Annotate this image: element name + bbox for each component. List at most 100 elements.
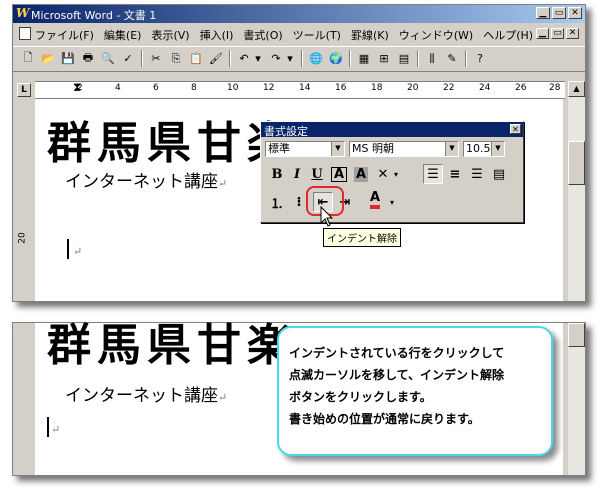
print-icon[interactable]: 🖶 bbox=[79, 50, 97, 67]
toolbar-separator bbox=[465, 50, 467, 67]
open-folder-icon[interactable]: 📂 bbox=[39, 50, 57, 67]
ruler-number: 26 bbox=[515, 83, 527, 93]
font-color-button[interactable]: A bbox=[365, 190, 385, 210]
vertical-ruler bbox=[13, 323, 36, 475]
doc-restore-button[interactable]: ▭ bbox=[551, 28, 564, 39]
callout-line: インデントされている行をクリックして bbox=[289, 346, 505, 360]
paragraph-mark: ↵ bbox=[73, 245, 83, 258]
print-preview-icon[interactable]: 🔍 bbox=[99, 50, 117, 67]
emphasis-mark-icon[interactable]: ✕ bbox=[373, 164, 393, 184]
paste-icon[interactable]: 📋 bbox=[187, 50, 205, 67]
format-painter-icon[interactable]: 🖌 bbox=[207, 50, 225, 67]
toolbar-separator bbox=[349, 50, 351, 67]
window-title: Microsoft Word - 文書 1 bbox=[31, 9, 157, 22]
font-combo[interactable]: MS 明朝 ▼ bbox=[349, 141, 459, 157]
scroll-thumb[interactable] bbox=[568, 323, 585, 347]
align-right-button[interactable]: ☰ bbox=[467, 164, 487, 184]
vertical-ruler: 20 bbox=[13, 99, 36, 301]
heading-text: 群馬県甘楽 bbox=[47, 320, 297, 371]
numbering-button[interactable]: ⒈ bbox=[267, 192, 287, 212]
text-caret bbox=[67, 239, 69, 259]
chevron-down-icon[interactable]: ▼ bbox=[445, 142, 458, 156]
char-shading-label: A bbox=[353, 166, 369, 182]
redo-dropdown-icon[interactable]: ▾ bbox=[285, 50, 295, 67]
paragraph-mark: ↵ bbox=[51, 423, 61, 436]
doc-minimize-button[interactable]: ▁ bbox=[536, 28, 549, 39]
word-app-icon: W bbox=[16, 6, 30, 20]
menu-tools[interactable]: ツール(T) bbox=[293, 27, 341, 43]
doc-close-button[interactable]: ✕ bbox=[566, 28, 579, 39]
ruler-number: 22 bbox=[443, 83, 455, 93]
font-color-label: A bbox=[369, 191, 381, 209]
scroll-thumb[interactable] bbox=[568, 141, 585, 185]
redo-icon[interactable]: ↷ bbox=[267, 50, 285, 67]
tables-borders-icon[interactable]: ▦ bbox=[355, 50, 373, 67]
menu-table[interactable]: 罫線(K) bbox=[351, 27, 389, 43]
menu-edit[interactable]: 編集(E) bbox=[104, 27, 142, 43]
document-icon[interactable] bbox=[19, 27, 31, 40]
document-caption-buttons: ▁ ▭ ✕ bbox=[536, 28, 579, 39]
char-shading-button[interactable]: A bbox=[351, 164, 371, 184]
spelling-icon[interactable]: ✓ bbox=[119, 50, 137, 67]
hyperlink-icon[interactable]: 🌐 bbox=[307, 50, 325, 67]
justify-button[interactable]: ▤ bbox=[489, 164, 509, 184]
char-border-button[interactable]: A bbox=[329, 164, 349, 184]
format-toolbar-window: 書式設定 ✕ 標準 ▼ MS 明朝 ▼ 10.5 ▼ B I U A A ✕ ▾… bbox=[260, 121, 524, 223]
font-size-combo[interactable]: 10.5 ▼ bbox=[463, 141, 505, 157]
horizontal-ruler[interactable]: 2 4 6 8 10 12 14 16 18 20 22 24 26 28 ⧗ bbox=[35, 80, 565, 99]
toolbar-separator bbox=[229, 50, 231, 67]
font-value: MS 明朝 bbox=[352, 142, 394, 155]
new-document-icon[interactable]: 🗋 bbox=[19, 50, 37, 67]
align-left-button[interactable]: ☰ bbox=[423, 164, 443, 184]
insert-table-icon[interactable]: ⊞ bbox=[375, 50, 393, 67]
tab-selector[interactable]: L bbox=[17, 83, 31, 97]
ruler-number: 10 bbox=[227, 83, 239, 93]
char-border-label: A bbox=[330, 166, 348, 182]
bold-button[interactable]: B bbox=[267, 164, 287, 184]
chevron-down-icon[interactable]: ▼ bbox=[331, 142, 344, 156]
chevron-down-icon[interactable]: ▾ bbox=[387, 192, 397, 212]
menu-insert[interactable]: 挿入(I) bbox=[200, 27, 234, 43]
format-toolbar-titlebar[interactable]: 書式設定 ✕ bbox=[261, 122, 523, 138]
drawing-icon[interactable]: ✎ bbox=[443, 50, 461, 67]
minimize-button[interactable]: ▁ bbox=[536, 7, 550, 19]
columns-icon[interactable]: ⫼ bbox=[423, 50, 441, 67]
ruler-number: 20 bbox=[407, 83, 419, 93]
undo-dropdown-icon[interactable]: ▾ bbox=[253, 50, 263, 67]
align-center-button[interactable]: ≡ bbox=[445, 164, 465, 184]
insert-excel-icon[interactable]: ▤ bbox=[395, 50, 413, 67]
save-icon[interactable]: 💾 bbox=[59, 50, 77, 67]
chevron-down-icon[interactable]: ▾ bbox=[391, 164, 401, 184]
style-combo[interactable]: 標準 ▼ bbox=[265, 141, 345, 157]
cut-icon[interactable]: ✂ bbox=[147, 50, 165, 67]
menu-file[interactable]: ファイル(F) bbox=[35, 27, 94, 43]
web-toolbar-icon[interactable]: 🌍 bbox=[327, 50, 345, 67]
chevron-down-icon[interactable]: ▼ bbox=[491, 142, 504, 156]
callout-line: 点滅カーソルを移して、インデント解除 bbox=[289, 368, 505, 382]
menu-help[interactable]: ヘルプ(H) bbox=[483, 27, 533, 43]
copy-icon[interactable]: ⎘ bbox=[167, 50, 185, 67]
menu-window[interactable]: ウィンドウ(W) bbox=[399, 27, 473, 43]
ruler-number: 6 bbox=[153, 83, 159, 93]
style-value: 標準 bbox=[268, 142, 290, 155]
vertical-scrollbar[interactable]: ▲ bbox=[567, 81, 585, 301]
vertical-scrollbar[interactable] bbox=[567, 323, 585, 475]
ruler-number: 24 bbox=[479, 83, 491, 93]
help-icon[interactable]: ? bbox=[471, 50, 489, 67]
italic-button[interactable]: I bbox=[287, 164, 307, 184]
standard-toolbar: 🗋 📂 💾 🖶 🔍 ✓ ✂ ⎘ 📋 🖌 ↶ ▾ ↷ ▾ 🌐 🌍 ▦ ⊞ ▤ ⫼ … bbox=[13, 46, 585, 72]
callout-line: ボタンをクリックします。 bbox=[289, 390, 432, 404]
maximize-button[interactable]: ▭ bbox=[552, 7, 566, 19]
menu-format[interactable]: 書式(O) bbox=[243, 27, 282, 43]
format-toolbar-close-button[interactable]: ✕ bbox=[510, 124, 521, 134]
toolbar-separator bbox=[301, 50, 303, 67]
font-size-value: 10.5 bbox=[466, 142, 491, 155]
undo-icon[interactable]: ↶ bbox=[235, 50, 253, 67]
menu-view[interactable]: 表示(V) bbox=[151, 27, 189, 43]
indent-marker-icon[interactable]: ⧗ bbox=[73, 80, 81, 95]
tooltip: インデント解除 bbox=[323, 228, 401, 247]
underline-button[interactable]: U bbox=[307, 164, 327, 184]
callout-line: 書き始めの位置が通常に戻ります。 bbox=[289, 412, 480, 426]
close-button[interactable]: ✕ bbox=[568, 7, 582, 19]
scroll-up-button[interactable]: ▲ bbox=[568, 81, 585, 97]
